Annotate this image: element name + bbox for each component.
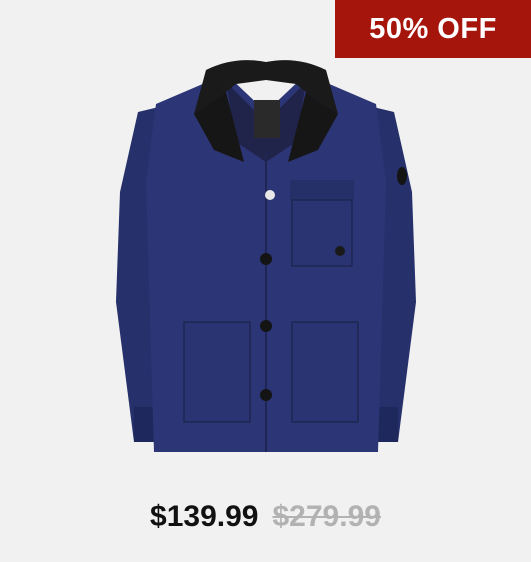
discount-badge: 50% OFF: [335, 0, 531, 58]
sale-price: $139.99: [150, 500, 259, 533]
jacket-image[interactable]: [96, 52, 436, 492]
price-row: $139.99 $279.99: [0, 500, 531, 534]
original-price: $279.99: [272, 500, 381, 533]
product-card[interactable]: 50% OFF $139.99 $279.99: [0, 0, 531, 562]
